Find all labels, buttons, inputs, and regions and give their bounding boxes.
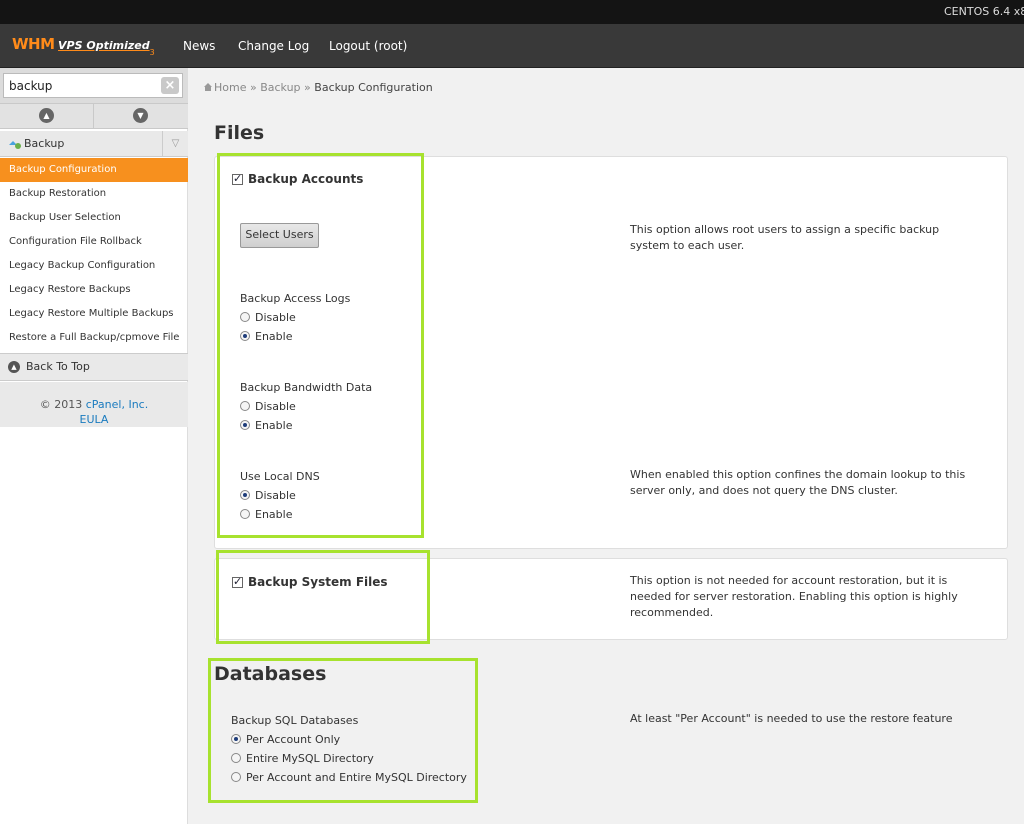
top-strip: CENTOS 6.4 x8 xyxy=(0,0,1024,24)
header-bar: WHM VPS Optimized3 News Change Log Logou… xyxy=(0,24,1024,68)
backup-accounts-label: Backup Accounts xyxy=(248,172,364,186)
system-files-label: Backup System Files xyxy=(248,575,388,589)
copyright-text: © 2013 xyxy=(39,398,86,411)
whm-logo[interactable]: WHM VPS Optimized3 xyxy=(12,35,155,57)
cpanel-link[interactable]: cPanel, Inc. xyxy=(86,398,148,411)
search-input[interactable] xyxy=(4,74,154,97)
access-logs-enable-radio[interactable] xyxy=(240,331,250,341)
files-heading: Files xyxy=(214,122,265,144)
bandwidth-disable-radio[interactable] xyxy=(240,401,250,411)
local-dns-enable-label: Enable xyxy=(255,508,293,521)
bandwidth-disable-label: Disable xyxy=(255,400,296,413)
breadcrumb-current: Backup Configuration xyxy=(314,81,433,94)
databases-desc: At least "Per Account" is needed to use … xyxy=(630,712,953,725)
backup-category-icon xyxy=(9,141,21,149)
arrow-down-icon: ▼ xyxy=(133,108,148,123)
databases-heading: Databases xyxy=(214,663,327,685)
nav-change-log[interactable]: Change Log xyxy=(238,24,309,68)
access-logs-label: Backup Access Logs xyxy=(240,292,351,305)
db-per-account-radio[interactable] xyxy=(231,734,241,744)
search-box: × xyxy=(3,73,183,98)
sidebar-item-legacy-backup-configuration[interactable]: Legacy Backup Configuration xyxy=(0,254,188,278)
local-dns-disable-label: Disable xyxy=(255,489,296,502)
breadcrumb-home[interactable]: Home xyxy=(214,81,246,94)
backup-accounts-checkbox[interactable] xyxy=(232,172,243,185)
local-dns-enable-radio[interactable] xyxy=(240,509,250,519)
category-label: Backup xyxy=(24,137,65,150)
db-entire-mysql-label: Entire MySQL Directory xyxy=(246,752,374,765)
arrow-up-circle-icon: ▲ xyxy=(8,361,20,373)
db-both-radio[interactable] xyxy=(231,772,241,782)
main-content: Home » Backup » Backup Configuration Fil… xyxy=(189,68,1024,824)
sidebar-item-legacy-restore-backups[interactable]: Legacy Restore Backups xyxy=(0,278,188,302)
sidebar: × ▲ ▼ Backup ▽ Backup Configuration Back… xyxy=(0,68,188,824)
sidebar-item-configuration-file-rollback[interactable]: Configuration File Rollback xyxy=(0,230,188,254)
db-entire-mysql-radio[interactable] xyxy=(231,753,241,763)
clear-search-icon[interactable]: × xyxy=(161,77,179,94)
sidebar-search: × xyxy=(0,68,188,103)
bandwidth-enable-label: Enable xyxy=(255,419,293,432)
local-dns-label: Use Local DNS xyxy=(240,470,320,483)
bandwidth-enable-radio[interactable] xyxy=(240,420,250,430)
category-backup[interactable]: Backup ▽ xyxy=(0,131,188,157)
select-users-button[interactable]: Select Users xyxy=(240,223,319,248)
sidebar-menu: Backup Configuration Backup Restoration … xyxy=(0,158,188,350)
menu-scroll-arrows: ▲ ▼ xyxy=(0,103,188,129)
nav-news[interactable]: News xyxy=(183,24,215,68)
system-files-desc: This option is not needed for account re… xyxy=(630,574,958,619)
sql-databases-label: Backup SQL Databases xyxy=(231,714,359,727)
access-logs-disable-label: Disable xyxy=(255,311,296,324)
sidebar-item-backup-user-selection[interactable]: Backup User Selection xyxy=(0,206,188,230)
arrow-up-icon: ▲ xyxy=(39,108,54,123)
highlight-box xyxy=(216,550,430,644)
select-users-desc: This option allows root users to assign … xyxy=(630,223,940,252)
access-logs-disable-radio[interactable] xyxy=(240,312,250,322)
bandwidth-label: Backup Bandwidth Data xyxy=(240,381,373,394)
scroll-down-button[interactable]: ▼ xyxy=(94,104,188,128)
access-logs-enable-label: Enable xyxy=(255,330,293,343)
chevron-down-icon[interactable]: ▽ xyxy=(162,131,188,157)
breadcrumb: Home » Backup » Backup Configuration xyxy=(203,81,433,94)
sidebar-item-legacy-restore-multiple-backups[interactable]: Legacy Restore Multiple Backups xyxy=(0,302,188,326)
eula-link[interactable]: EULA xyxy=(80,413,109,426)
local-dns-desc: When enabled this option confines the do… xyxy=(630,468,966,497)
system-files-checkbox[interactable] xyxy=(232,575,243,588)
os-label: CENTOS 6.4 x8 xyxy=(944,5,1024,18)
sidebar-item-backup-configuration[interactable]: Backup Configuration xyxy=(0,158,188,182)
nav-logout[interactable]: Logout (root) xyxy=(329,24,407,68)
local-dns-disable-radio[interactable] xyxy=(240,490,250,500)
sidebar-footer: © 2013 cPanel, Inc. EULA xyxy=(0,382,188,427)
back-to-top-button[interactable]: ▲ Back To Top xyxy=(0,353,188,381)
back-to-top-label: Back To Top xyxy=(26,360,90,373)
db-per-account-label: Per Account Only xyxy=(246,733,341,746)
home-icon xyxy=(204,83,212,91)
sidebar-item-restore-full-backup[interactable]: Restore a Full Backup/cpmove File xyxy=(0,326,188,350)
sidebar-item-backup-restoration[interactable]: Backup Restoration xyxy=(0,182,188,206)
scroll-up-button[interactable]: ▲ xyxy=(0,104,94,128)
breadcrumb-backup[interactable]: Backup xyxy=(260,81,300,94)
db-both-label: Per Account and Entire MySQL Directory xyxy=(246,771,467,784)
